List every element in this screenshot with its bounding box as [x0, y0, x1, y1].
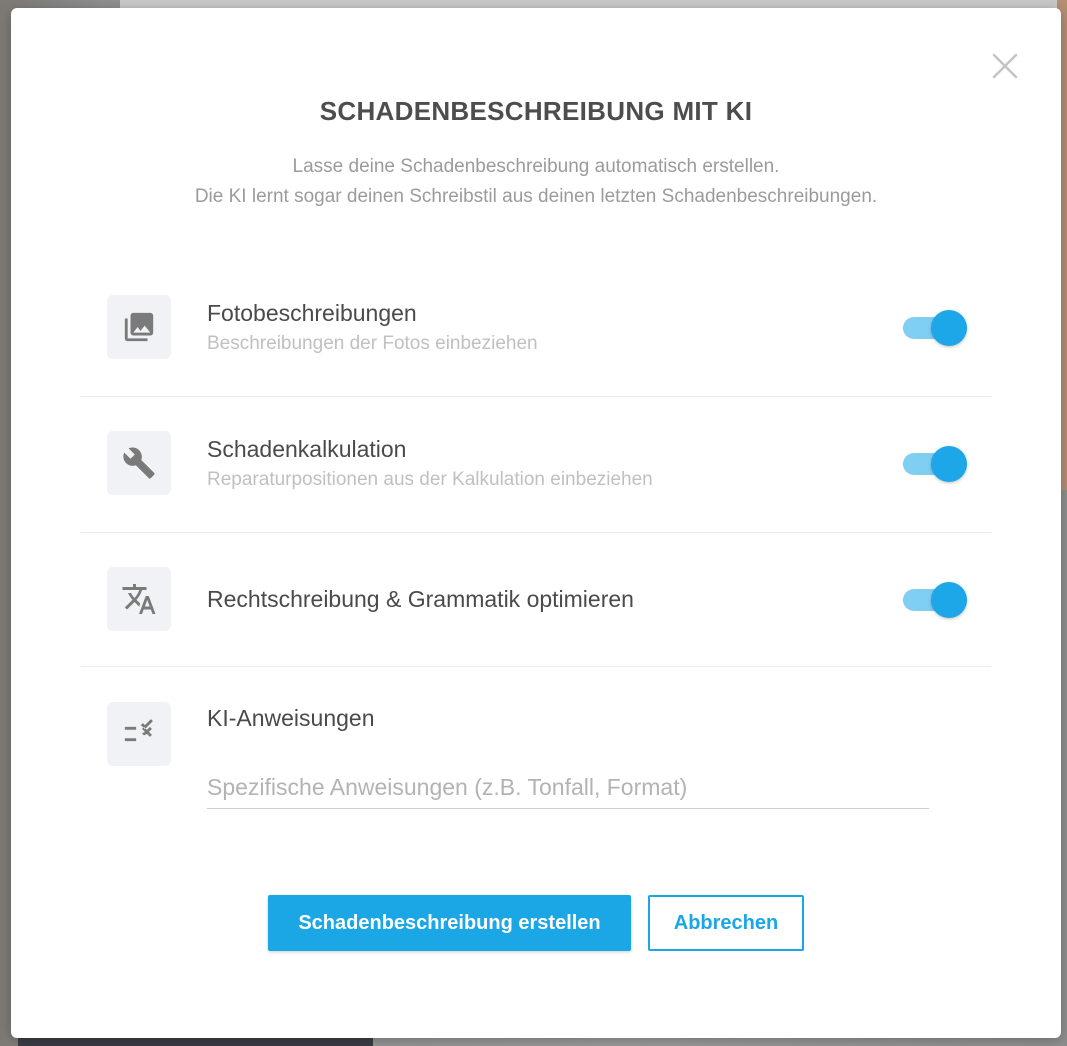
ai-description-dialog: SCHADENBESCHREIBUNG MIT KI Lasse deine S…: [11, 8, 1061, 1038]
option-title: Schadenkalkulation: [207, 436, 407, 462]
create-description-button[interactable]: Schadenbeschreibung erstellen: [268, 895, 631, 951]
option-row-damage-calculation: Schadenkalkulation Reparaturpositionen a…: [81, 396, 991, 533]
option-description: Reparaturpositionen aus der Kalkulation …: [207, 469, 653, 490]
translate-icon-tile: [107, 567, 171, 631]
wrench-icon-tile: [107, 431, 171, 495]
toggle-knob: [931, 582, 967, 618]
instructions-input[interactable]: [207, 766, 929, 809]
photo-library-icon-tile: [107, 295, 171, 359]
cancel-button[interactable]: Abbrechen: [648, 895, 804, 951]
close-icon: [992, 53, 1018, 79]
toggle-knob: [931, 310, 967, 346]
damage-calculation-toggle[interactable]: [901, 445, 967, 483]
option-row-photo-descriptions: Fotobeschreibungen Beschreibungen der Fo…: [81, 260, 991, 397]
rule-icon-tile: [107, 702, 171, 766]
option-description: Beschreibungen der Fotos einbeziehen: [207, 333, 538, 354]
rule-icon: [124, 719, 153, 742]
option-row-spelling-grammar: Rechtschreibung & Grammatik optimieren: [81, 532, 991, 667]
spelling-grammar-toggle[interactable]: [901, 581, 967, 619]
toggle-knob: [931, 446, 967, 482]
option-title: Rechtschreibung & Grammatik optimieren: [207, 586, 634, 612]
subtitle-line: Die KI lernt sogar deinen Schreibstil au…: [194, 186, 878, 207]
close-button[interactable]: [989, 50, 1021, 82]
photo-descriptions-toggle[interactable]: [901, 309, 967, 347]
subtitle-line: Lasse deine Schadenbeschreibung automati…: [292, 156, 780, 177]
photo-library-icon: [124, 312, 154, 342]
translate-icon: [122, 584, 156, 614]
instructions-title: KI-Anweisungen: [207, 705, 375, 731]
dialog-subtitle: Lasse deine Schadenbeschreibung automati…: [11, 152, 1061, 212]
dialog-title: SCHADENBESCHREIBUNG MIT KI: [319, 96, 753, 126]
wrench-icon: [123, 447, 155, 479]
option-title: Fotobeschreibungen: [207, 300, 417, 326]
